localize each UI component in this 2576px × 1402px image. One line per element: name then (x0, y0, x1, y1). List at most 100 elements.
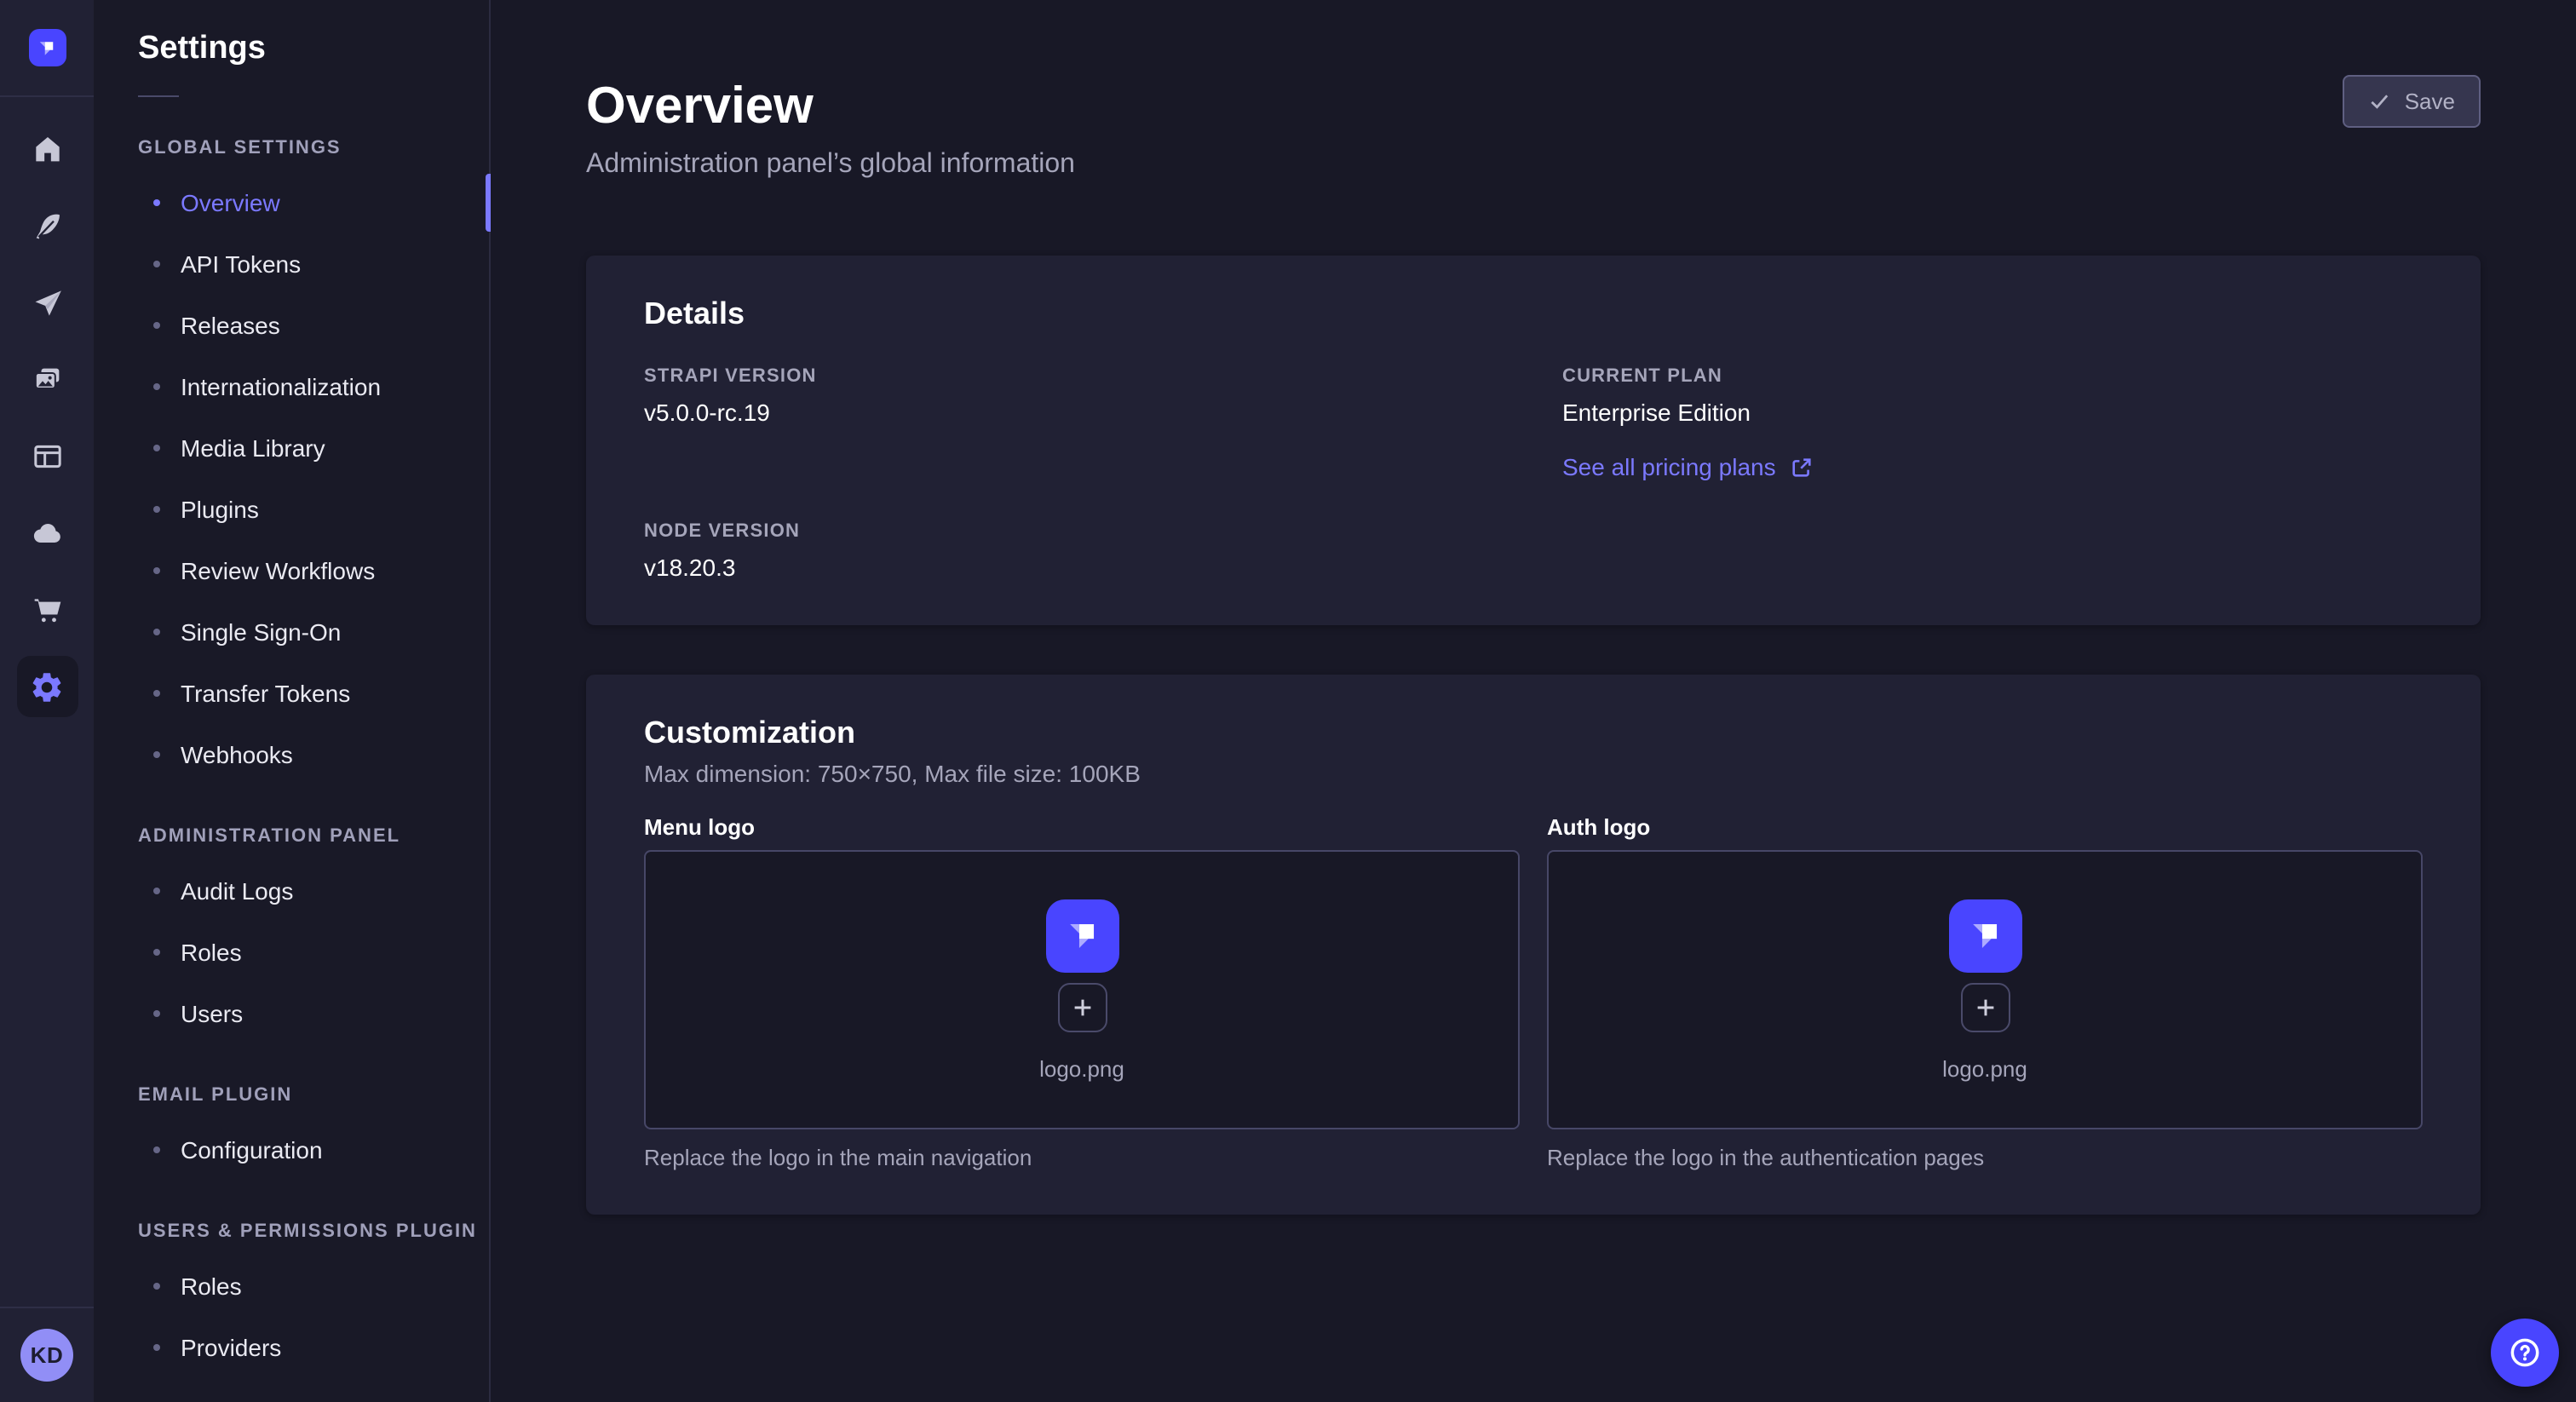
sidebar-item-label: Configuration (181, 1136, 323, 1164)
workspace-logo-container (0, 0, 94, 97)
bullet-icon (153, 261, 160, 267)
strapi-version-value: v5.0.0-rc.19 (644, 399, 1504, 426)
settings-gear-icon[interactable] (16, 656, 78, 717)
app-root: KD Settings GLOBAL SETTINGS Overview API T… (0, 0, 2576, 1402)
auth-logo-label: Auth logo (1547, 814, 2423, 840)
customization-card: Customization Max dimension: 750×750, Ma… (586, 675, 2481, 1215)
bullet-icon (153, 949, 160, 956)
nav-section: EMAIL PLUGIN Configuration (94, 1085, 489, 1181)
user-avatar[interactable]: KD (20, 1329, 73, 1382)
external-link-icon (1791, 456, 1814, 478)
sidebar-item-label: Media Library (181, 434, 325, 462)
sidebar-item-internationalization[interactable]: Internationalization (94, 356, 489, 417)
current-plan-field: CURRENT PLAN Enterprise Edition See all … (1562, 366, 2423, 484)
sidebar-item-releases[interactable]: Releases (94, 295, 489, 356)
strapi-version-field: STRAPI VERSION v5.0.0-rc.19 (644, 366, 1504, 484)
strapi-mark-icon (1962, 912, 2008, 958)
settings-nav-sections: GLOBAL SETTINGS Overview API TokensRelease… (94, 138, 489, 1378)
strapi-mark-icon (1059, 912, 1105, 958)
deploy-paper-plane-icon[interactable] (16, 273, 78, 334)
nav-section-title: ADMINISTRATION PANEL (94, 826, 489, 847)
bullet-icon (153, 445, 160, 451)
bullet-icon (153, 1010, 160, 1017)
media-library-pictures-icon[interactable] (16, 349, 78, 411)
sidebar-item-users[interactable]: Users (94, 983, 489, 1044)
bullet-icon (153, 690, 160, 697)
sidebar-item-media-library[interactable]: Media Library (94, 417, 489, 479)
bullet-icon (153, 322, 160, 329)
page-subtitle: Administration panel’s global informatio… (586, 150, 2481, 181)
strapi-logo-icon[interactable] (28, 29, 66, 66)
nav-section: GLOBAL SETTINGS Overview API TokensRelease… (94, 138, 489, 785)
sidebar-item-configuration[interactable]: Configuration (94, 1119, 489, 1181)
main-nav-rail: KD (0, 0, 94, 1402)
sidebar-item-api-tokens[interactable]: API Tokens (94, 233, 489, 295)
sidebar-item-single-sign-on[interactable]: Single Sign-On (94, 601, 489, 663)
marketplace-cart-icon[interactable] (16, 579, 78, 641)
nav-section-title: EMAIL PLUGIN (94, 1085, 489, 1106)
sidebar-item-roles[interactable]: Roles (94, 922, 489, 983)
sidebar-item-overview[interactable]: Overview (94, 172, 489, 233)
help-question-icon (2506, 1334, 2544, 1371)
sidebar-item-plugins[interactable]: Plugins (94, 479, 489, 540)
node-version-value: v18.20.3 (644, 554, 1504, 581)
menu-logo-upload-box[interactable]: logo.png (644, 850, 1520, 1129)
pricing-plans-link[interactable]: See all pricing plans (1562, 453, 1814, 480)
logo-upload-grid: Menu logo logo.png (644, 814, 2423, 1170)
sidebar-item-review-workflows[interactable]: Review Workflows (94, 540, 489, 601)
nav-section: USERS & PERMISSIONS PLUGIN Roles Providers (94, 1221, 489, 1378)
help-button[interactable] (2491, 1319, 2559, 1387)
bullet-icon (153, 567, 160, 574)
nav-section-title: GLOBAL SETTINGS (94, 138, 489, 158)
bullet-icon (153, 888, 160, 894)
subnav-title: Settings (94, 0, 489, 68)
auth-logo-upload-box[interactable]: logo.png (1547, 850, 2423, 1129)
page-title: Overview (586, 78, 2481, 135)
sidebar-item-roles[interactable]: Roles (94, 1255, 489, 1317)
save-button[interactable]: Save (2343, 75, 2481, 128)
menu-logo-preview (1045, 899, 1118, 972)
menu-logo-add-button[interactable] (1057, 982, 1107, 1031)
content-type-builder-layout-icon[interactable] (16, 426, 78, 487)
settings-subnav: Settings GLOBAL SETTINGS Overview API Toke… (94, 0, 491, 1402)
sidebar-item-label: Providers (181, 1334, 281, 1361)
strapi-mark-icon (34, 35, 60, 60)
strapi-version-label: STRAPI VERSION (644, 366, 1504, 387)
plus-icon (1972, 994, 1998, 1020)
auth-logo-hint: Replace the logo in the authentication p… (1547, 1145, 2423, 1170)
sidebar-item-webhooks[interactable]: Webhooks (94, 724, 489, 785)
sidebar-item-providers[interactable]: Providers (94, 1317, 489, 1378)
sidebar-item-label: Review Workflows (181, 557, 375, 584)
menu-logo-hint: Replace the logo in the main navigation (644, 1145, 1520, 1170)
bullet-icon (153, 751, 160, 758)
bullet-icon (153, 199, 160, 206)
sidebar-item-label: Roles (181, 939, 242, 966)
auth-logo-field: Auth logo logo.png (1547, 814, 2423, 1170)
sidebar-item-label: Audit Logs (181, 877, 293, 905)
sidebar-item-label: Overview (181, 189, 280, 216)
nav-section-title: USERS & PERMISSIONS PLUGIN (94, 1221, 489, 1242)
cloud-icon[interactable] (16, 503, 78, 564)
sidebar-item-transfer-tokens[interactable]: Transfer Tokens (94, 663, 489, 724)
details-grid: STRAPI VERSION v5.0.0-rc.19 CURRENT PLAN… (644, 366, 2423, 581)
home-icon[interactable] (16, 119, 78, 181)
sidebar-item-label: Users (181, 1000, 243, 1027)
auth-logo-preview (1948, 899, 2021, 972)
content-manager-feather-icon[interactable] (16, 196, 78, 257)
bullet-icon (153, 383, 160, 390)
menu-logo-field: Menu logo logo.png (644, 814, 1520, 1170)
sidebar-item-label: Single Sign-On (181, 618, 341, 646)
auth-logo-add-button[interactable] (1960, 982, 2010, 1031)
menu-logo-label: Menu logo (644, 814, 1520, 840)
details-card-title: Details (644, 296, 2423, 332)
bullet-icon (153, 1344, 160, 1351)
sidebar-item-audit-logs[interactable]: Audit Logs (94, 860, 489, 922)
auth-logo-filename: logo.png (1942, 1055, 2027, 1081)
bullet-icon (153, 1146, 160, 1153)
subnav-title-divider (138, 95, 179, 97)
sidebar-item-label: Internationalization (181, 373, 381, 400)
bullet-icon (153, 629, 160, 635)
pricing-plans-link-label: See all pricing plans (1562, 453, 1776, 480)
sidebar-item-label: Webhooks (181, 741, 293, 768)
sidebar-item-label: Transfer Tokens (181, 680, 350, 707)
